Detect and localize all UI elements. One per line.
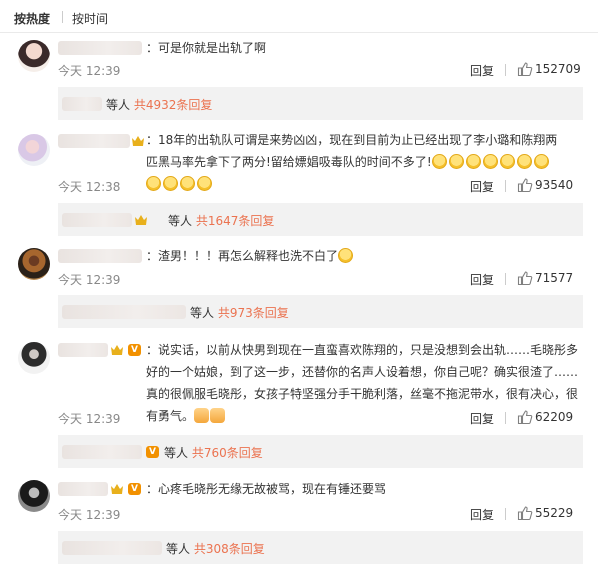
reply-button[interactable]: 回复	[470, 410, 494, 427]
cat-face-emoji	[482, 154, 498, 169]
cat-face-emoji	[163, 176, 178, 191]
username-blurred[interactable]	[58, 482, 108, 496]
meta-divider	[505, 508, 506, 520]
like-count: 62209	[535, 410, 574, 424]
cat-face-emoji	[448, 154, 464, 169]
cat-face-emoji	[146, 176, 161, 191]
replies-count-link[interactable]: 共4932条回复	[134, 98, 213, 112]
comment-item: ：渣男！！！再怎么解释也洗不白了 今天 12:39 回复 71577 等人 共9…	[0, 240, 598, 332]
comment-text: ：心疼毛晓彤无缘无故被骂，现在有锤还要骂	[146, 482, 387, 496]
replies-prefix: 等人	[164, 446, 189, 460]
comment-time: 今天 12:39	[58, 64, 121, 78]
sort-divider	[62, 11, 63, 23]
reply-users-blurred	[62, 305, 186, 319]
cat-face-emoji	[516, 154, 532, 169]
cat-face-emoji	[533, 154, 549, 169]
replies-count-link[interactable]: 共973条回复	[218, 306, 289, 320]
sort-bar: 按热度 按时间	[0, 0, 598, 33]
crown-badge-icon	[111, 345, 123, 355]
username-blurred[interactable]	[58, 249, 142, 263]
comment-text: ：说实话，以前从快男到现在一直蛮喜欢陈翔的，只是没想到会出轨……毛晓彤多好的一个…	[146, 339, 578, 427]
thumbs-up-icon[interactable]	[517, 505, 533, 521]
thumbs-up-emoji	[210, 408, 226, 423]
replies-box[interactable]: V 等人 共760条回复	[58, 435, 583, 468]
thumbs-up-icon[interactable]	[517, 61, 533, 77]
cat-face-emoji	[431, 154, 447, 169]
sort-by-hot-tab[interactable]: 按热度	[14, 10, 50, 27]
avatar[interactable]	[18, 342, 50, 374]
reply-button[interactable]: 回复	[470, 62, 494, 79]
meta-divider	[505, 273, 506, 285]
reply-users-blurred	[62, 213, 132, 227]
crown-badge-icon	[135, 215, 147, 225]
cat-face-emoji	[180, 176, 195, 191]
cat-face-emoji	[197, 176, 212, 191]
comment-item: ：18年的出轨队可谓是来势凶凶，现在到目前为止已经出现了李小璐和陈翔两匹黑马率先…	[0, 126, 598, 240]
replies-box[interactable]: 等人 共4932条回复	[58, 87, 583, 120]
thumbs-up-icon[interactable]	[517, 177, 533, 193]
comment-time: 今天 12:39	[58, 508, 121, 522]
vip-badge-icon: V	[128, 483, 141, 495]
comment-time: 今天 12:39	[58, 273, 121, 287]
reply-users-blurred	[62, 541, 162, 555]
replies-count-link[interactable]: 共308条回复	[194, 542, 265, 556]
replies-summary[interactable]: 等人 共1647条回复	[168, 212, 274, 229]
reply-users-blurred	[62, 97, 102, 111]
reply-users-blurred	[62, 445, 142, 459]
thumbs-up-icon[interactable]	[517, 409, 533, 425]
crown-badge-icon	[111, 484, 123, 494]
crown-badge-icon	[132, 136, 144, 146]
replies-summary[interactable]: 等人 共973条回复	[190, 304, 289, 321]
thumbs-up-emoji	[194, 408, 210, 423]
replies-summary[interactable]: 等人 共760条回复	[164, 444, 263, 461]
replies-prefix: 等人	[168, 214, 193, 228]
vip-badge-icon: V	[146, 446, 159, 458]
comment-text: ：可是你就是出轨了啊	[146, 41, 267, 55]
replies-prefix: 等人	[166, 542, 191, 556]
replies-prefix: 等人	[106, 98, 131, 112]
reply-button[interactable]: 回复	[470, 506, 494, 523]
comment-text-body: ：渣男！！！再怎么解释也洗不白了	[146, 249, 339, 263]
replies-box[interactable]: 等人 共308条回复	[58, 531, 583, 564]
username-blurred[interactable]	[58, 134, 130, 148]
replies-summary[interactable]: 等人 共308条回复	[166, 540, 265, 557]
cat-face-emoji	[499, 154, 515, 169]
like-count: 55229	[535, 506, 574, 520]
avatar[interactable]	[18, 248, 50, 280]
comment-item: V ：心疼毛晓彤无缘无故被骂，现在有锤还要骂 今天 12:39 回复 55229…	[0, 470, 598, 564]
replies-count-link[interactable]: 共760条回复	[192, 446, 263, 460]
comment-time: 今天 12:38	[58, 180, 121, 194]
thumbs-up-icon[interactable]	[517, 270, 533, 286]
like-count: 93540	[535, 178, 574, 192]
meta-divider	[505, 180, 506, 192]
smile-emoji	[338, 248, 354, 263]
replies-prefix: 等人	[190, 306, 215, 320]
avatar[interactable]	[18, 134, 50, 166]
username-blurred[interactable]	[58, 41, 142, 55]
avatar[interactable]	[18, 40, 50, 72]
replies-count-link[interactable]: 共1647条回复	[196, 214, 275, 228]
like-count: 71577	[535, 271, 574, 285]
comment-text: ：18年的出轨队可谓是来势凶凶，现在到目前为止已经出现了李小璐和陈翔两匹黑马率先…	[146, 129, 566, 195]
meta-divider	[505, 412, 506, 424]
vip-badge-icon: V	[128, 344, 141, 356]
replies-summary[interactable]: 等人 共4932条回复	[106, 96, 212, 113]
cat-face-emoji	[465, 154, 481, 169]
comment-item: V ：说实话，以前从快男到现在一直蛮喜欢陈翔的，只是没想到会出轨……毛晓彤多好的…	[0, 332, 598, 470]
reply-button[interactable]: 回复	[470, 271, 494, 288]
comment-time: 今天 12:39	[58, 412, 121, 426]
comment-text: ：渣男！！！再怎么解释也洗不白了	[146, 245, 355, 267]
reply-button[interactable]: 回复	[470, 178, 494, 195]
replies-box[interactable]: 等人 共1647条回复	[58, 203, 583, 236]
meta-divider	[505, 64, 506, 76]
sort-by-time-tab[interactable]: 按时间	[72, 10, 108, 27]
like-count: 152709	[535, 62, 581, 76]
username-blurred[interactable]	[58, 343, 108, 357]
comment-item: ：可是你就是出轨了啊 今天 12:39 回复 152709 等人 共4932条回…	[0, 34, 598, 126]
replies-box[interactable]: 等人 共973条回复	[58, 295, 583, 328]
avatar[interactable]	[18, 480, 50, 512]
